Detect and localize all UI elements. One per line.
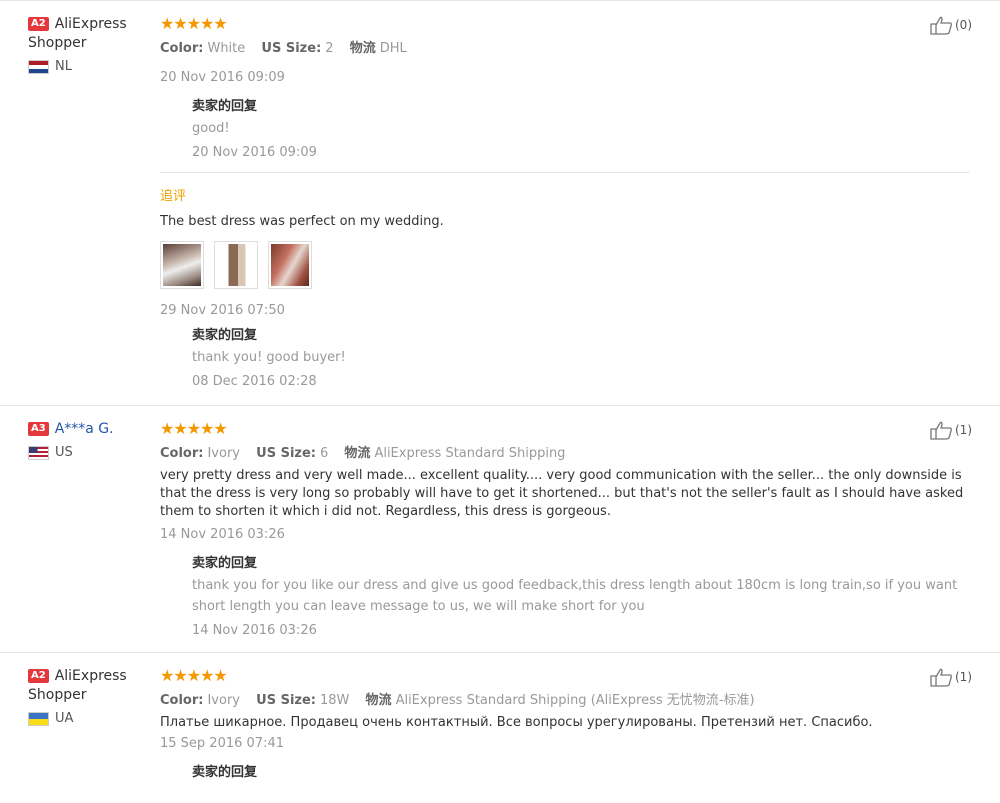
star-rating: ★★★★★: [160, 419, 228, 438]
reviewer-info: A3 A***a G. US: [28, 420, 160, 638]
seller-reply-date: 08 Dec 2016 02:28: [192, 374, 317, 389]
seller-reply-text: good!: [192, 121, 230, 136]
reviewer-name: A2 AliExpress Shopper: [28, 668, 127, 703]
reviewer-name: A2 AliExpress Shopper: [28, 16, 127, 51]
review-date: 15 Sep 2016 07:41: [160, 736, 284, 751]
review-photo[interactable]: [268, 241, 312, 289]
helpful-button[interactable]: (1): [929, 420, 972, 440]
review-text: very pretty dress and very well made... …: [160, 468, 964, 519]
us-flag-icon: [28, 445, 49, 460]
additional-review-text: The best dress was perfect on my wedding…: [160, 214, 444, 229]
review-photo[interactable]: [160, 241, 204, 289]
seller-reply: 卖家的回复 thank you for you like our dress a…: [160, 552, 970, 638]
reviewer-country: US: [28, 445, 160, 460]
review-item: A2 AliExpress Shopper NL (0) ★★★★★ Color:…: [0, 0, 1000, 399]
seller-reply: 卖家的回复 good! 20 Nov 2016 09:09: [160, 95, 970, 160]
seller-reply-text: thank you! good buyer!: [192, 350, 346, 365]
review-item: A2 AliExpress Shopper UA (1) ★★★★★ Color:…: [0, 652, 1000, 790]
reviewer-country: NL: [28, 59, 160, 74]
reviewer-name[interactable]: A3 A***a G.: [28, 420, 160, 439]
seller-reply-title: 卖家的回复: [192, 556, 258, 571]
seller-reply-text: thank you for you like our dress and giv…: [192, 578, 958, 614]
seller-reply: 卖家的回复 thank you! good buyer! 08 Dec 2016…: [160, 324, 970, 389]
review-photos: [160, 241, 970, 289]
helpful-button[interactable]: (1): [929, 667, 972, 687]
reviewer-country: UA: [28, 711, 160, 726]
helpful-count: (0): [955, 18, 972, 32]
review-item: A3 A***a G. US (1) ★★★★★ Color: Ivory US S…: [0, 405, 1000, 648]
seller-reply: 卖家的回复: [160, 761, 970, 780]
seller-reply-date: 14 Nov 2016 03:26: [192, 623, 317, 638]
buyer-level-badge: A2: [28, 17, 49, 31]
helpful-count: (1): [955, 423, 972, 437]
order-info: Color: Ivory US Size: 6 物流 AliExpress Stand…: [160, 446, 566, 461]
thumbs-up-icon: [930, 16, 952, 35]
additional-review-date: 29 Nov 2016 07:50: [160, 303, 285, 318]
helpful-count: (1): [955, 670, 972, 684]
netherlands-flag-icon: [28, 59, 49, 74]
ukraine-flag-icon: [28, 711, 49, 726]
review-text: Платье шикарное. Продавец очень контактн…: [160, 715, 873, 730]
seller-reply-date: 20 Nov 2016 09:09: [192, 145, 317, 160]
seller-reply-title: 卖家的回复: [192, 328, 258, 343]
star-rating: ★★★★★: [160, 666, 228, 685]
additional-review-title: 追评: [160, 189, 187, 204]
buyer-level-badge: A2: [28, 669, 49, 683]
review-photo[interactable]: [214, 241, 258, 289]
seller-reply-title: 卖家的回复: [192, 765, 258, 780]
reviewer-info: A2 AliExpress Shopper UA: [28, 667, 160, 780]
buyer-level-badge: A3: [28, 422, 49, 436]
order-info: Color: White US Size: 2 物流 DHL: [160, 41, 407, 56]
seller-reply-title: 卖家的回复: [192, 99, 258, 114]
helpful-button[interactable]: (0): [929, 15, 972, 35]
order-info: Color: Ivory US Size: 18W 物流 AliExpress Sta…: [160, 693, 755, 708]
reviewer-info: A2 AliExpress Shopper NL: [28, 15, 160, 389]
thumbs-up-icon: [930, 421, 952, 440]
additional-review: 追评 The best dress was perfect on my wedd…: [160, 172, 970, 389]
review-date: 14 Nov 2016 03:26: [160, 527, 285, 542]
star-rating: ★★★★★: [160, 14, 228, 33]
thumbs-up-icon: [930, 668, 952, 687]
review-date: 20 Nov 2016 09:09: [160, 70, 285, 85]
